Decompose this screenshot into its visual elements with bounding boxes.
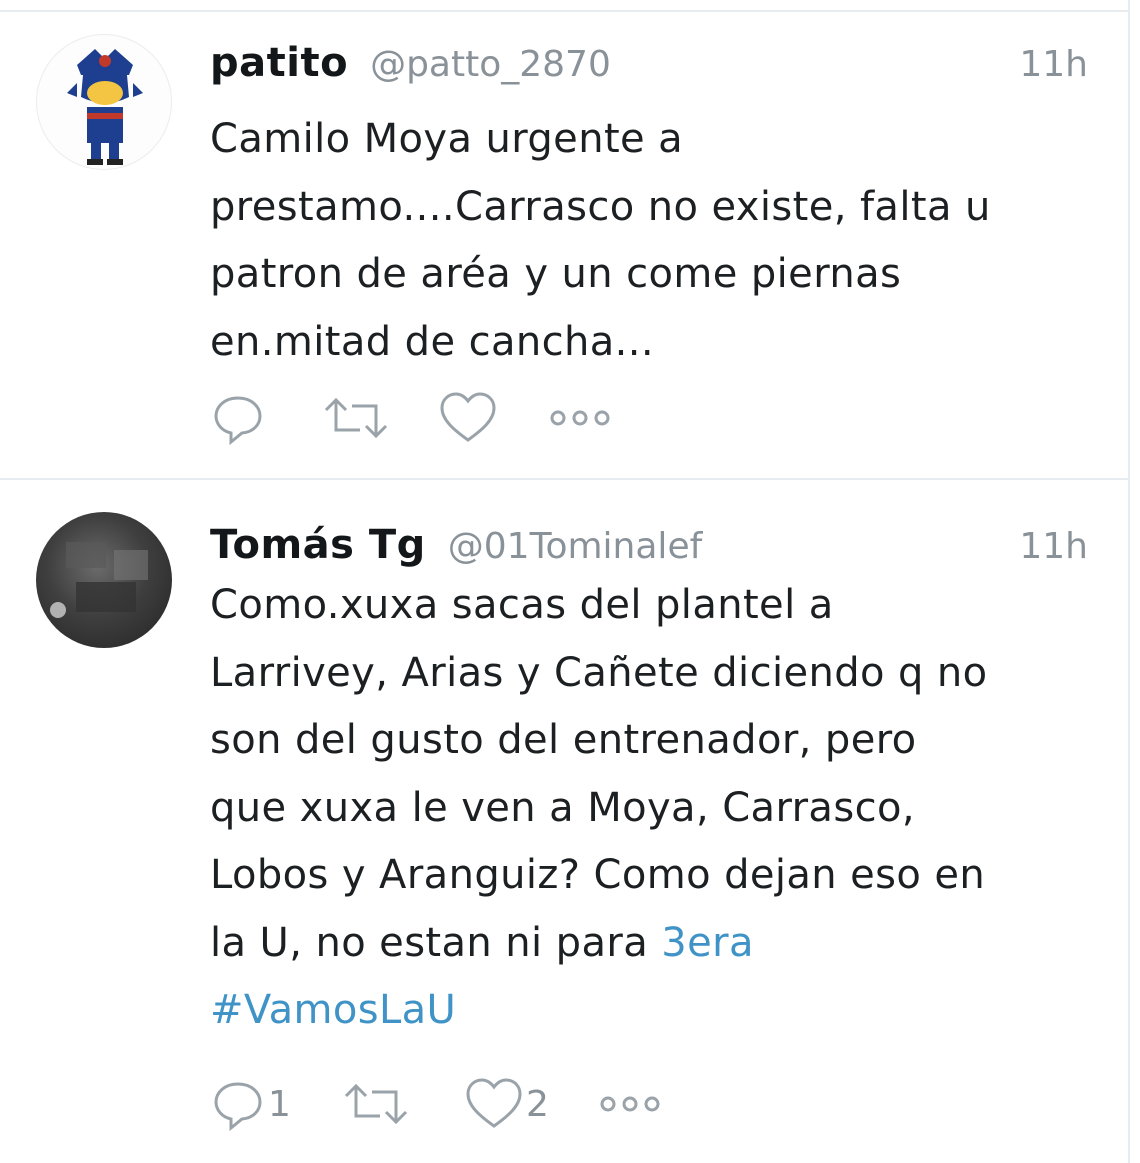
tweet-header: Tomás Tg @01Tominalef 11h <box>210 522 1088 572</box>
tweet-actions: 1 2 <box>210 1074 678 1134</box>
tweet-text-line: patron de aréa y un come piernas <box>210 251 902 297</box>
tweet-actions <box>210 388 628 448</box>
hashtag-link[interactable]: #VamosLaU <box>210 987 456 1033</box>
more-icon <box>600 1096 660 1112</box>
tweet-text: Como.xuxa sacas del plantel a Larrivey, … <box>210 572 1110 1045</box>
tweet-text-line: #VamosLaU <box>210 977 1110 1045</box>
retweet-icon <box>344 1083 408 1125</box>
retweet-icon <box>324 397 388 439</box>
reply-count: 1 <box>268 1083 291 1125</box>
heart-icon <box>440 392 496 442</box>
tweet-header: patito @patto_2870 11h <box>210 40 1088 90</box>
retweet-button[interactable] <box>340 1074 464 1134</box>
user-name[interactable]: Tomás Tg <box>210 522 426 568</box>
tweet-text-line: en.mitad de cancha... <box>210 318 655 365</box>
user-name[interactable]: patito <box>210 40 348 86</box>
reply-button[interactable]: 1 <box>210 1074 340 1134</box>
like-count: 2 <box>526 1083 549 1125</box>
tweet-text-line: Larrivey, Arias y Cañete diciendo q no <box>210 649 988 696</box>
tweet-text-line: Camilo Moya urgente a <box>210 116 684 162</box>
more-button[interactable] <box>598 1074 678 1134</box>
tweet-text-line: prestamo....Carrasco no existe, falta u <box>210 183 991 230</box>
more-button[interactable] <box>548 388 628 448</box>
avatar-image <box>67 49 143 165</box>
top-border <box>0 0 1128 12</box>
right-border <box>1128 0 1130 1163</box>
user-handle[interactable]: @patto_2870 <box>370 44 611 85</box>
tweet-text-line: la U, no estan ni para 3era <box>210 910 1110 978</box>
reply-icon <box>214 1082 262 1132</box>
avatar[interactable] <box>36 512 172 648</box>
tweet-text-line: son del gusto del entrenador, pero <box>210 717 917 763</box>
like-button[interactable] <box>438 388 548 448</box>
more-icon <box>550 410 610 426</box>
avatar-image <box>50 542 148 618</box>
tweet-item[interactable]: patito @patto_2870 11h Camilo Moya urgen… <box>0 12 1128 480</box>
tweet-text-segment: la U, no estan ni para <box>210 919 649 966</box>
tweet-text-line: Lobos y Aranguiz? Como dejan eso en <box>210 852 986 898</box>
like-button[interactable]: 2 <box>464 1074 598 1134</box>
reply-icon <box>214 396 262 446</box>
reply-button[interactable] <box>210 388 320 448</box>
inline-link[interactable]: 3era <box>661 920 754 966</box>
tweet-item[interactable]: Tomás Tg @01Tominalef 11h Como.xuxa saca… <box>0 482 1128 1163</box>
timestamp[interactable]: 11h <box>1019 44 1088 85</box>
tweet-text-line: Como.xuxa sacas del plantel a <box>210 582 834 628</box>
heart-icon <box>466 1078 522 1128</box>
tweet-text: Camilo Moya urgente a prestamo....Carras… <box>210 106 1110 376</box>
user-handle[interactable]: @01Tominalef <box>448 526 702 567</box>
timestamp[interactable]: 11h <box>1019 526 1088 567</box>
avatar[interactable] <box>36 34 172 170</box>
retweet-button[interactable] <box>320 388 438 448</box>
tweet-text-line: que xuxa le ven a Moya, Carrasco, <box>210 784 915 831</box>
